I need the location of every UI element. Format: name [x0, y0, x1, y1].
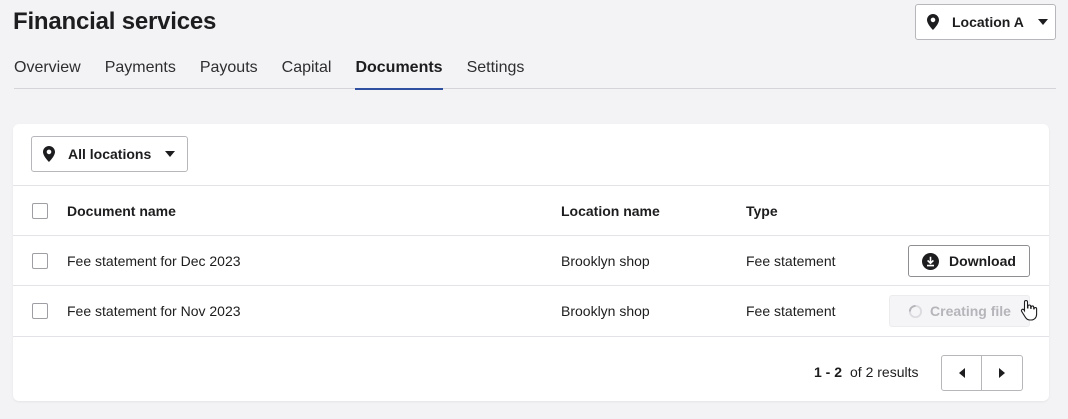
creating-file-label: Creating file: [930, 303, 1011, 319]
tab-payments[interactable]: Payments: [105, 58, 176, 89]
chevron-down-icon: [165, 151, 176, 157]
document-name: Fee statement for Nov 2023: [67, 303, 241, 319]
document-type: Fee statement: [746, 303, 836, 319]
select-all-checkbox[interactable]: [32, 203, 48, 219]
tab-settings[interactable]: Settings: [467, 58, 525, 89]
tab-overview[interactable]: Overview: [14, 58, 81, 89]
chevron-left-icon: [958, 368, 965, 378]
download-button[interactable]: Download: [908, 245, 1030, 277]
location-select[interactable]: Location A: [915, 4, 1056, 40]
row-checkbox[interactable]: [32, 303, 48, 319]
location-name: Brooklyn shop: [561, 303, 650, 319]
document-name: Fee statement for Dec 2023: [67, 253, 241, 269]
document-type: Fee statement: [746, 253, 836, 269]
tab-documents[interactable]: Documents: [355, 58, 443, 90]
pagination-range: 1 - 2: [814, 364, 843, 380]
page-title: Financial services: [13, 8, 217, 35]
table-header: Document name Location name Type: [13, 185, 1049, 235]
location-pin-icon: [927, 14, 939, 30]
tab-bar: Overview Payments Payouts Capital Docume…: [14, 58, 1056, 90]
row-checkbox[interactable]: [32, 253, 48, 269]
location-name: Brooklyn shop: [561, 253, 650, 269]
creating-file-button[interactable]: Creating file: [889, 295, 1030, 327]
location-select-label: Location A: [952, 14, 1024, 30]
location-filter-label: All locations: [68, 146, 152, 162]
pagination: 1 - 2 of 2 results: [13, 336, 1049, 401]
pagination-nav: [941, 355, 1023, 391]
pagination-total: of 2 results: [850, 364, 919, 380]
location-filter[interactable]: All locations: [31, 136, 188, 172]
location-pin-icon: [43, 146, 55, 162]
tab-payouts[interactable]: Payouts: [200, 58, 258, 89]
column-header-type[interactable]: Type: [746, 203, 778, 219]
spinner-icon: [908, 304, 923, 318]
documents-card: All locations Document name Location nam…: [13, 124, 1049, 401]
chevron-right-icon: [999, 368, 1005, 378]
download-icon: [922, 252, 940, 270]
table-row: Fee statement for Dec 2023 Brooklyn shop…: [13, 235, 1049, 285]
chevron-down-icon: [1037, 19, 1048, 25]
next-page-button[interactable]: [982, 356, 1022, 390]
tab-capital[interactable]: Capital: [282, 58, 332, 89]
download-button-label: Download: [949, 253, 1016, 269]
column-header-document[interactable]: Document name: [67, 203, 176, 219]
table-row: Fee statement for Nov 2023 Brooklyn shop…: [13, 285, 1049, 335]
hand-cursor-icon: [1020, 299, 1038, 321]
previous-page-button[interactable]: [942, 356, 983, 390]
column-header-location[interactable]: Location name: [561, 203, 660, 219]
